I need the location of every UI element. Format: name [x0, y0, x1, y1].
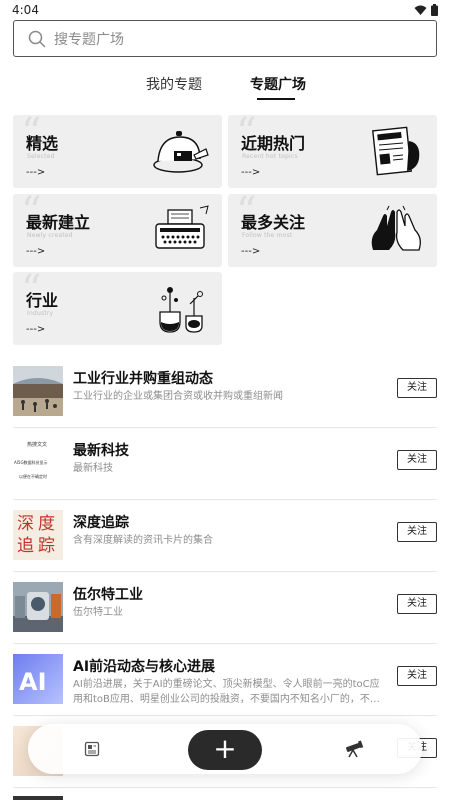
thumb-text: 热搜文文 — [27, 442, 48, 448]
card-subtitle: Recent hot topics — [242, 153, 298, 160]
arrow-icon: ---> — [26, 246, 46, 257]
topic-title: 伍尔特工业 — [73, 587, 143, 603]
thumb-text: AI — [19, 668, 47, 696]
category-card-newly-created[interactable]: “ 最新建立 Newly created ---> — [13, 194, 222, 267]
feed-icon[interactable] — [84, 741, 100, 757]
active-tab-indicator — [257, 98, 295, 100]
lab-flasks-icon — [159, 287, 203, 333]
search-icon — [28, 30, 46, 47]
topic-row[interactable]: 伍尔特工业 伍尔特工业 关注 — [13, 572, 437, 644]
topic-title: 工业行业并购重组动态 — [73, 371, 213, 387]
card-title: 最新建立 — [26, 213, 91, 232]
card-subtitle: Selected — [27, 153, 55, 160]
topic-row[interactable]: 工业行业并购重组动态 工业行业的企业或集团合资或收并购或重组新闻 关注 — [13, 356, 437, 428]
telescope-icon[interactable] — [344, 740, 364, 758]
typewriter-icon — [155, 205, 209, 249]
topic-title: 深度追踪 — [73, 515, 129, 531]
follow-button[interactable]: 关注 — [397, 378, 437, 398]
thumb-text: 深度 — [17, 514, 59, 534]
topic-description: 工业行业的企业或集团合资或收并购或重组新闻 — [73, 391, 283, 402]
topic-thumbnail-tech: 热搜文文 AI5G数据科技显示 以便在不确定时 — [13, 438, 63, 488]
plus-icon: + — [213, 732, 237, 765]
tab-topic-square[interactable]: 专题广场 — [250, 74, 306, 94]
topic-tabs: 我的专题 专题广场 — [0, 74, 450, 102]
card-subtitle: Follow the most — [242, 232, 293, 239]
arrow-icon: ---> — [241, 167, 261, 178]
card-title: 近期热门 — [241, 134, 306, 153]
next-topic-thumb-edge — [13, 796, 63, 800]
card-subtitle: Newly created — [27, 232, 73, 239]
topic-description: AI前沿进展，关于AI的重磅论文、顶尖新模型、令人眼前一亮的toC应用和toB应… — [73, 679, 380, 705]
topic-thumbnail-ai: AI — [13, 654, 63, 704]
topic-thumbnail-mall — [13, 366, 63, 416]
add-topic-button[interactable]: + — [188, 730, 262, 770]
status-icons — [414, 4, 438, 16]
thumb-text: 追踪 — [17, 536, 59, 556]
category-card-most-followed[interactable]: “ 最多关注 Follow the most ---> — [228, 194, 437, 267]
topic-row[interactable]: 热搜文文 AI5G数据科技显示 以便在不确定时 最新科技 最新科技 关注 — [13, 428, 437, 500]
thumb-text: 以便在不确定时 — [19, 474, 47, 479]
topic-title: 最新科技 — [73, 443, 129, 459]
topic-title: AI前沿动态与核心进展 — [73, 659, 216, 675]
topic-description: 含有深度解读的资讯卡片的集合 — [73, 535, 213, 546]
wifi-icon — [414, 5, 427, 15]
topic-thumbnail-wurth — [13, 582, 63, 632]
arrow-icon: ---> — [26, 324, 46, 335]
category-card-selected[interactable]: “ 精选 Selected ---> — [13, 115, 222, 188]
battery-icon — [431, 4, 438, 16]
follow-button[interactable]: 关注 — [397, 450, 437, 470]
status-bar: 4:04 — [0, 0, 450, 20]
search-placeholder: 搜专题广场 — [54, 31, 124, 48]
follow-button[interactable]: 关注 — [397, 522, 437, 542]
follow-button[interactable]: 关注 — [397, 594, 437, 614]
follow-button[interactable]: 关注 — [397, 666, 437, 686]
card-title: 最多关注 — [241, 213, 306, 232]
status-time: 4:04 — [12, 3, 39, 17]
arrow-icon: ---> — [241, 246, 261, 257]
high-five-icon — [371, 205, 421, 251]
topic-description: 最新科技 — [73, 463, 113, 474]
topic-description: 伍尔特工业 — [73, 607, 123, 618]
category-card-industry[interactable]: “ 行业 Industry ---> — [13, 272, 222, 345]
topic-row[interactable]: 深度 追踪 深度追踪 含有深度解读的资讯卡片的集合 关注 — [13, 500, 437, 572]
arrow-icon: ---> — [26, 167, 46, 178]
topic-thumbnail-deep-tracking: 深度 追踪 — [13, 510, 63, 560]
cloche-icon — [153, 131, 209, 173]
category-card-recent-hot[interactable]: “ 近期热门 Recent hot topics ---> — [228, 115, 437, 188]
topic-row[interactable]: AI AI前沿动态与核心进展 AI前沿进展，关于AI的重磅论文、顶尖新模型、令人… — [13, 644, 437, 716]
newspaper-icon — [372, 126, 420, 176]
search-input[interactable]: 搜专题广场 — [13, 20, 437, 57]
card-title: 行业 — [26, 291, 59, 310]
tab-my-topics[interactable]: 我的专题 — [146, 74, 202, 94]
card-title: 精选 — [26, 134, 59, 153]
thumb-text: AI5G数据科技显示 — [14, 460, 48, 465]
card-subtitle: Industry — [27, 310, 54, 317]
